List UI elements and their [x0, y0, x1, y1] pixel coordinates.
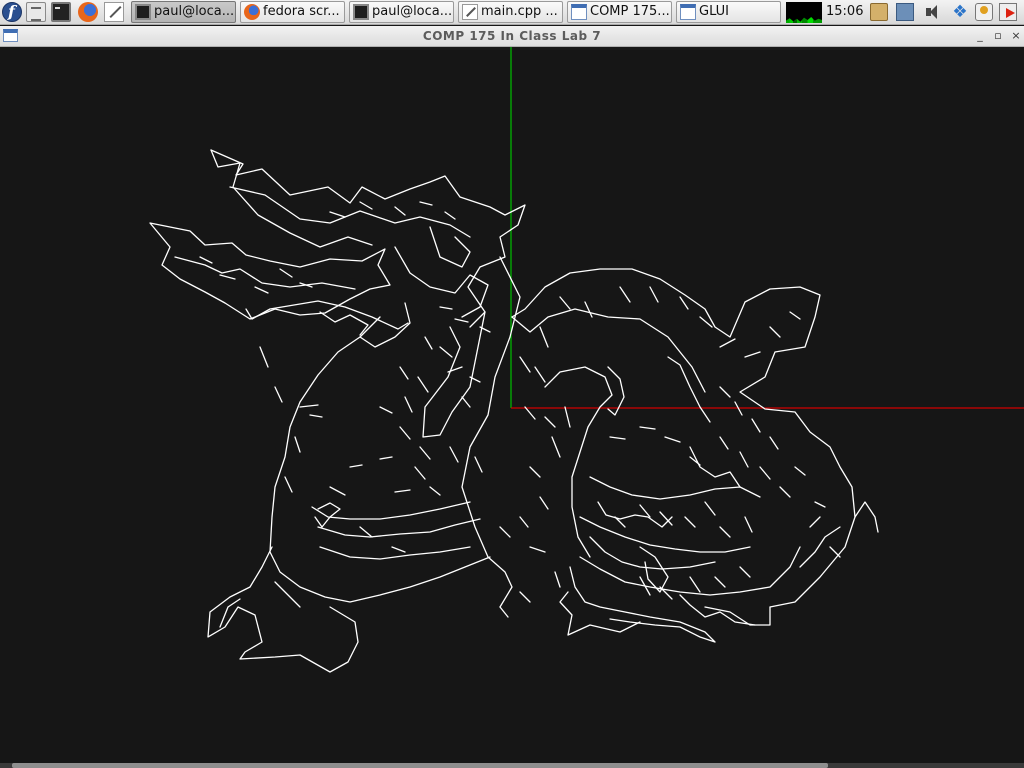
scrollbar-thumb[interactable]: [12, 763, 828, 768]
close-button[interactable]: ×: [1009, 28, 1023, 44]
window-title: COMP 175 In Class Lab 7: [422, 29, 602, 43]
taskbar-item-label: paul@loca...: [372, 4, 453, 19]
opengl-canvas[interactable]: [0, 47, 1024, 763]
terminal-icon: [353, 4, 369, 20]
file-manager-icon[interactable]: [26, 2, 46, 22]
volume-icon[interactable]: [924, 3, 942, 21]
taskbar-item-terminal-2[interactable]: paul@loca...: [349, 1, 454, 23]
logout-icon[interactable]: [999, 3, 1017, 21]
terminal-icon: [135, 4, 151, 20]
fedora-glyph: f: [8, 2, 15, 21]
update-icon[interactable]: [975, 3, 993, 21]
firefox-icon[interactable]: [78, 2, 98, 22]
terminal-icon[interactable]: [51, 2, 71, 22]
dropbox-icon[interactable]: ❖: [951, 3, 969, 21]
network-icon[interactable]: [896, 3, 914, 21]
taskbar-item-label: COMP 175...: [590, 4, 670, 19]
clock[interactable]: 15:06: [826, 0, 863, 24]
fedora-logo-icon[interactable]: f: [2, 2, 22, 22]
window-titlebar[interactable]: COMP 175 In Class Lab 7 _ ▫ ×: [0, 26, 1024, 47]
taskbar-item-label: main.cpp ...: [481, 4, 558, 19]
taskbar-item-label: fedora scr...: [263, 4, 340, 19]
top-panel: f paul@loca... fedora scr... paul@loca..…: [0, 0, 1024, 25]
firefox-icon: [244, 4, 260, 20]
text-editor-icon: [462, 4, 478, 20]
scene-svg: [149, 47, 1024, 673]
cpu-monitor-icon[interactable]: [786, 2, 822, 23]
clipboard-icon[interactable]: [870, 3, 888, 21]
taskbar-item-label: paul@loca...: [154, 4, 235, 19]
window-icon: [680, 4, 696, 20]
taskbar-item-editor[interactable]: main.cpp ...: [458, 1, 563, 23]
minimize-button[interactable]: _: [973, 28, 987, 44]
taskbar-item-comp175[interactable]: COMP 175...: [567, 1, 672, 23]
horizontal-scrollbar[interactable]: [0, 763, 1024, 768]
taskbar-item-terminal-1[interactable]: paul@loca...: [131, 1, 236, 23]
text-editor-icon[interactable]: [104, 2, 124, 22]
dragon-wireframe: [149, 149, 879, 673]
taskbar-item-firefox[interactable]: fedora scr...: [240, 1, 345, 23]
taskbar-item-label: GLUI: [699, 4, 730, 19]
window-icon: [571, 4, 587, 20]
maximize-button[interactable]: ▫: [991, 28, 1005, 44]
taskbar-item-glui[interactable]: GLUI: [676, 1, 781, 23]
